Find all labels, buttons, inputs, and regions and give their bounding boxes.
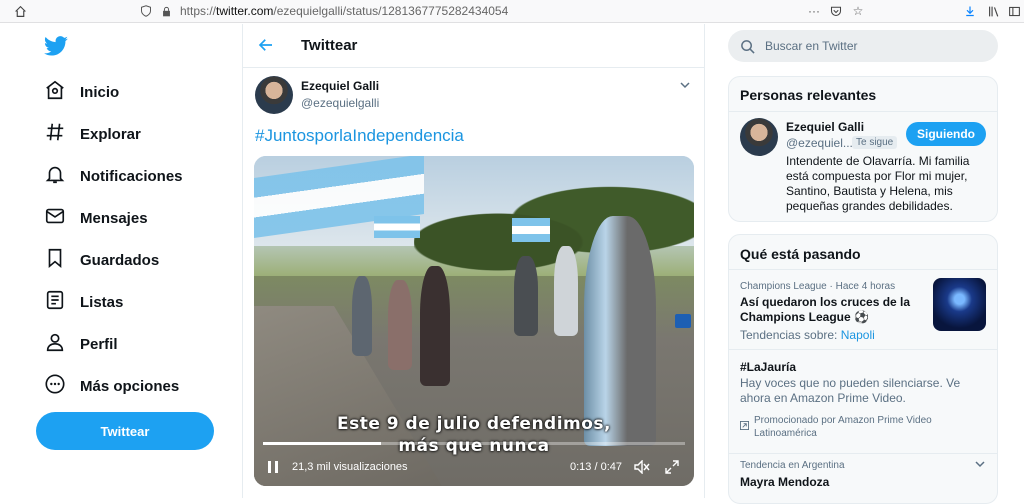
- nav-label: Inicio: [80, 83, 120, 101]
- nav-item-explorar[interactable]: Explorar: [44, 120, 141, 148]
- relevant-people-title: Personas relevantes: [740, 87, 877, 103]
- download-icon[interactable]: [962, 3, 978, 19]
- view-count: 21,3 mil visualizaciones: [292, 461, 408, 473]
- nav-item-notificaciones[interactable]: Notificaciones: [44, 162, 183, 190]
- picture-in-picture-icon[interactable]: [675, 314, 691, 328]
- search-input[interactable]: Buscar en Twitter: [765, 39, 857, 53]
- mail-icon: [44, 205, 66, 232]
- url-bar[interactable]: https://twitter.com/ezequielgalli/status…: [180, 4, 508, 18]
- trend-headline[interactable]: Así quedaron los cruces de la Champions …: [740, 295, 920, 325]
- trend-headline[interactable]: #LaJauría: [740, 360, 796, 375]
- more-actions-icon[interactable]: ···: [806, 3, 822, 19]
- trend-meta: Champions League · Hace 4 horas: [740, 281, 896, 292]
- url-path: /ezequielgalli/status/128136777528243405…: [273, 4, 509, 18]
- person-figure: [420, 266, 450, 386]
- flag-small: [512, 218, 550, 242]
- trend-topic-link[interactable]: Napoli: [841, 328, 875, 342]
- list-icon: [44, 289, 66, 316]
- url-domain: twitter.com: [216, 4, 274, 18]
- person-figure: [584, 216, 656, 446]
- home-icon[interactable]: [12, 3, 28, 19]
- back-arrow-icon[interactable]: [257, 36, 277, 56]
- relevant-handle[interactable]: @ezequiel...: [786, 136, 853, 150]
- hashtag-icon: [44, 121, 66, 148]
- promoted-by: Promocionado por Amazon Prime Video Lati…: [754, 415, 932, 439]
- person-figure: [388, 280, 412, 370]
- nav-item-mas-opciones[interactable]: Más opciones: [44, 372, 179, 400]
- divider: [729, 111, 997, 112]
- main-column: Twittear Ezequiel Galli @ezequielgalli #…: [242, 24, 705, 498]
- sidebar-toggle-icon[interactable]: [1006, 3, 1022, 19]
- person-figure: [554, 246, 578, 336]
- shield-icon[interactable]: [138, 3, 154, 19]
- nav-label: Notificaciones: [80, 167, 183, 185]
- divider: [729, 349, 997, 350]
- more-icon: [44, 373, 66, 400]
- relevant-name[interactable]: Ezequiel Galli: [786, 120, 864, 135]
- promoted-icon: [740, 417, 749, 435]
- bell-icon: [44, 163, 66, 190]
- pocket-icon[interactable]: [828, 3, 844, 19]
- star-icon[interactable]: ☆: [850, 3, 866, 19]
- browser-toolbar: https://twitter.com/ezequielgalli/status…: [0, 0, 1024, 23]
- nav-item-inicio[interactable]: Inicio: [44, 78, 119, 106]
- chevron-down-icon[interactable]: [679, 78, 691, 90]
- search-icon: [740, 39, 755, 54]
- trend-topics: Tendencias sobre: Napoli: [740, 328, 875, 342]
- library-icon[interactable]: [986, 3, 1002, 19]
- divider: [729, 269, 997, 270]
- page-title: Twittear: [301, 37, 358, 54]
- avatar[interactable]: [740, 118, 778, 156]
- relevant-bio: Intendente de Olavarría. Mi familia está…: [786, 154, 970, 213]
- url-prefix: https://: [180, 4, 217, 18]
- lock-icon: [158, 3, 174, 19]
- right-sidebar: Buscar en Twitter Personas relevantes Ez…: [728, 24, 998, 504]
- person-figure: [352, 276, 372, 356]
- video-controls: 21,3 mil visualizaciones 0:13 / 0:47: [254, 452, 694, 482]
- flag-small: [374, 216, 420, 238]
- person-icon: [44, 331, 66, 358]
- nav-label: Perfil: [80, 335, 118, 353]
- nav-label: Mensajes: [80, 209, 148, 227]
- chevron-down-icon[interactable]: [974, 457, 986, 475]
- trends-title: Qué está pasando: [740, 246, 861, 262]
- avatar[interactable]: [255, 76, 293, 114]
- video-player[interactable]: Este 9 de julio defendimos, más que nunc…: [254, 156, 694, 486]
- mute-icon[interactable]: [634, 459, 650, 477]
- nav-item-guardados[interactable]: Guardados: [44, 246, 159, 274]
- trend-topics-label: Tendencias sobre:: [740, 328, 838, 342]
- nav-item-perfil[interactable]: Perfil: [44, 330, 118, 358]
- video-progress-bar[interactable]: [263, 442, 685, 445]
- nav-label: Más opciones: [80, 377, 180, 395]
- video-progress-fill: [263, 442, 382, 445]
- trend-meta: Tendencia en Argentina: [740, 460, 845, 471]
- video-subtitle-line1: Este 9 de julio defendimos,: [336, 414, 612, 434]
- nav-item-listas[interactable]: Listas: [44, 288, 123, 316]
- pause-icon[interactable]: [266, 460, 280, 474]
- bookmark-icon: [44, 247, 66, 274]
- search-box[interactable]: Buscar en Twitter: [728, 30, 998, 62]
- person-figure: [514, 256, 538, 336]
- nav-label: Listas: [80, 293, 124, 311]
- home-icon: [44, 79, 66, 106]
- main-header: Twittear: [243, 24, 704, 68]
- hashtag-link[interactable]: #JuntosporlaIndependencia: [255, 126, 464, 146]
- divider: [729, 453, 997, 454]
- nav-label: Guardados: [80, 251, 160, 269]
- nav-label: Explorar: [80, 125, 141, 143]
- author-name[interactable]: Ezequiel Galli: [301, 79, 379, 93]
- twitter-bird-icon[interactable]: [43, 36, 69, 58]
- following-button[interactable]: Siguiendo: [906, 122, 986, 146]
- trend-headline[interactable]: Mayra Mendoza: [740, 475, 829, 490]
- nav-item-mensajes[interactable]: Mensajes: [44, 204, 148, 232]
- trend-thumbnail[interactable]: [933, 278, 986, 331]
- follows-you-badge: Te sigue: [852, 136, 898, 149]
- left-navigation: Inicio Explorar Notificaciones Mensajes …: [0, 24, 242, 498]
- author-handle[interactable]: @ezequielgalli: [301, 96, 379, 110]
- tweet-button[interactable]: Twittear: [36, 412, 214, 450]
- fullscreen-icon[interactable]: [665, 460, 679, 477]
- video-time: 0:13 / 0:47: [570, 461, 622, 473]
- trend-body: Hay voces que no pueden silenciarse. Ve …: [740, 376, 961, 405]
